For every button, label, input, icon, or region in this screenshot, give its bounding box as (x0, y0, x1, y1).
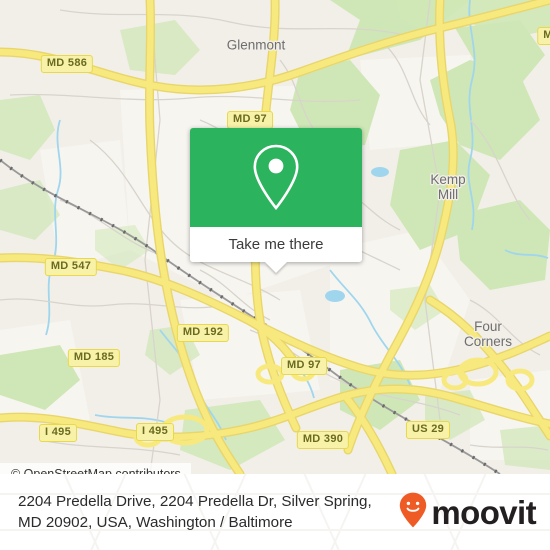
road-shield: M (537, 27, 550, 45)
footer-content: 2204 Predella Drive, 2204 Predella Dr, S… (0, 474, 550, 550)
road-shield: MD 97 (281, 357, 327, 375)
moovit-pin-smile-icon (398, 491, 428, 534)
place-label: Four Corners (463, 319, 513, 349)
road-shield: MD 547 (44, 258, 98, 276)
road-shield: MD 390 (296, 431, 350, 449)
popup-pointer (265, 262, 287, 273)
road-shield: I 495 (39, 424, 77, 442)
footer-bar: 2204 Predella Drive, 2204 Predella Dr, S… (0, 474, 550, 550)
map-canvas[interactable]: MD 586 MD 97 MD 547 MD 192 MD 185 MD 97 I 495 I… (0, 0, 550, 474)
place-label: Glenmont (226, 37, 286, 53)
moovit-logo[interactable]: moovit (398, 491, 537, 534)
address-text: 2204 Predella Drive, 2204 Predella Dr, S… (18, 493, 372, 531)
road-shield: US 29 (405, 421, 451, 439)
place-label: Kemp Mill (430, 172, 466, 202)
map-screenshot: MD 586 MD 97 MD 547 MD 192 MD 185 MD 97 I 495 I… (0, 0, 550, 550)
popup-header (190, 128, 362, 227)
map-pin-icon (249, 142, 303, 214)
road-shield: MD 586 (40, 55, 94, 73)
osm-attribution[interactable]: © OpenStreetMap contributors (0, 463, 191, 474)
take-me-there-label: Take me there (228, 236, 324, 253)
moovit-wordmark: moovit (431, 493, 536, 531)
road-shield: I 495 (136, 423, 174, 441)
take-me-there-button[interactable]: Take me there (190, 227, 362, 262)
location-popup-card[interactable]: Take me there (190, 128, 362, 273)
road-shield: MD 97 (227, 111, 273, 129)
road-shield: MD 192 (176, 324, 230, 342)
road-shield: MD 185 (67, 349, 121, 367)
attribution-text: © OpenStreetMap contributors (11, 467, 181, 474)
